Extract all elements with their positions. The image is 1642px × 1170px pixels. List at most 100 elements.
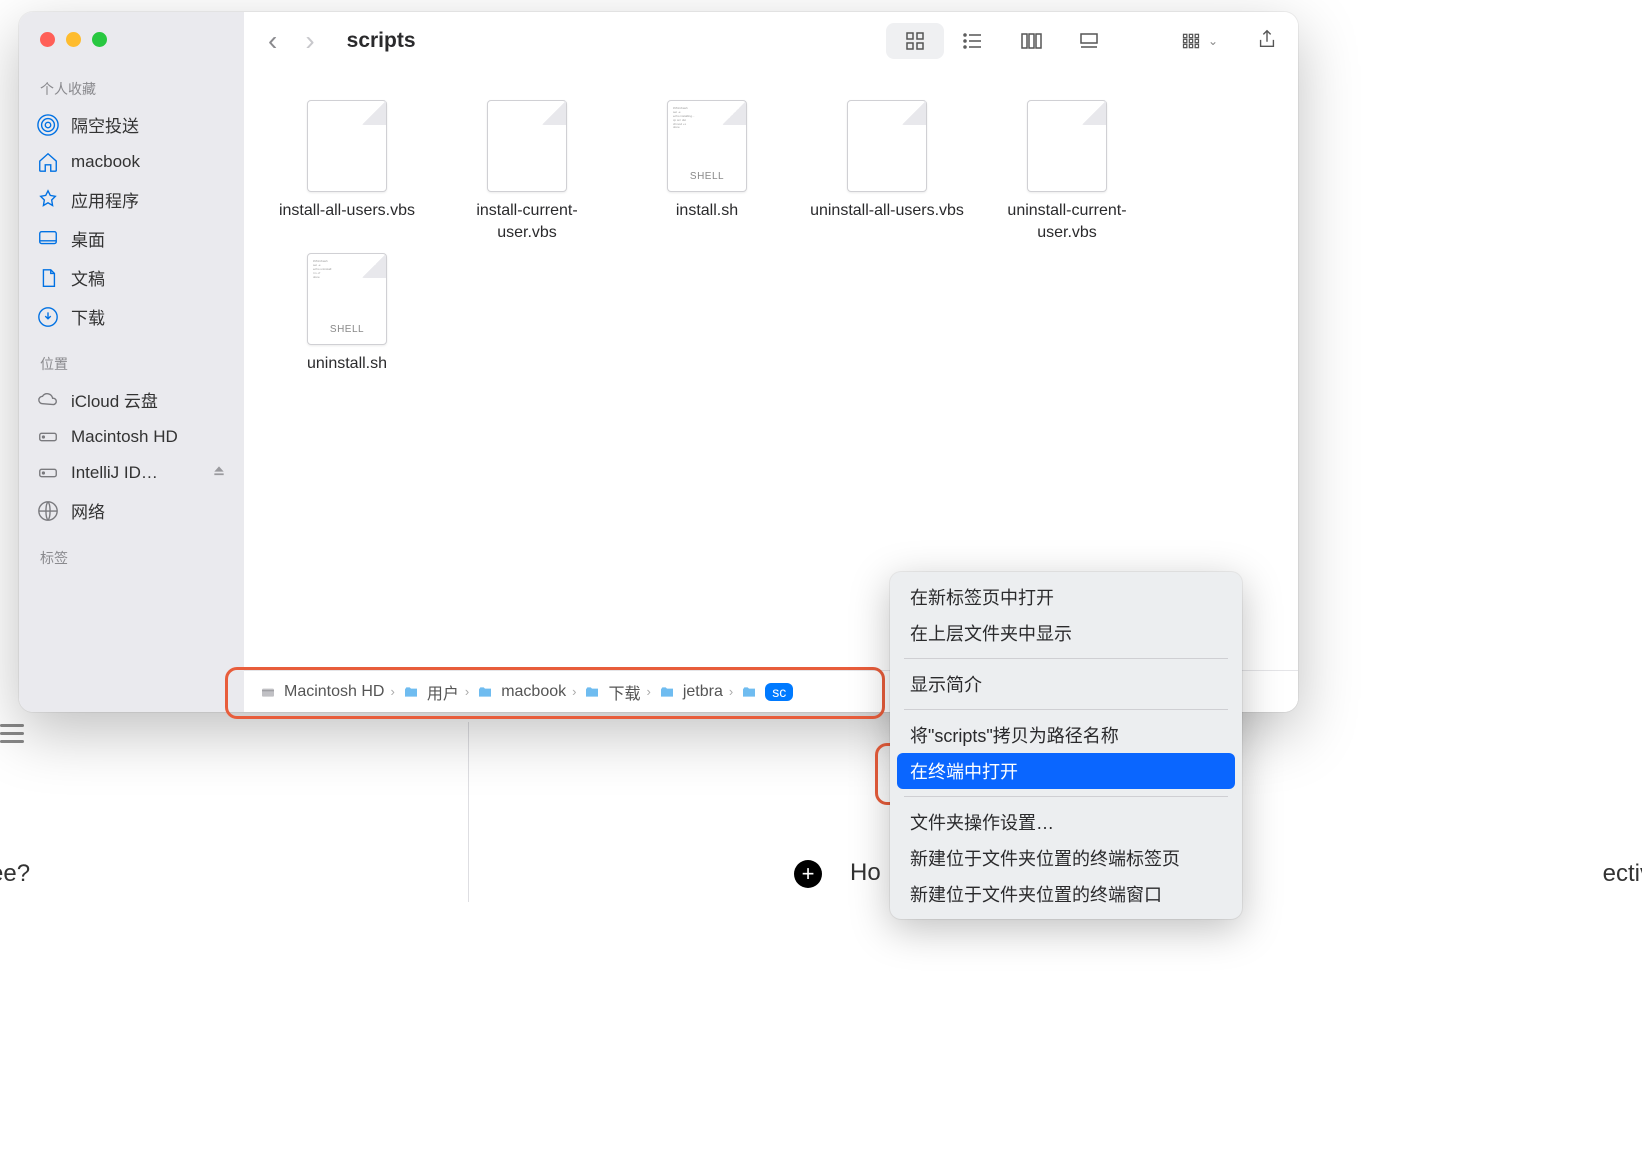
back-button[interactable]: ‹ [264, 21, 281, 61]
plus-icon[interactable]: + [794, 860, 822, 888]
path-item-home[interactable]: macbook [475, 683, 566, 701]
menu-item-new-terminal-window[interactable]: 新建位于文件夹位置的终端窗口 [890, 876, 1242, 912]
sidebar-item-downloads[interactable]: 下载 [19, 297, 244, 336]
path-item-current[interactable]: sc [739, 683, 793, 701]
file-item[interactable]: uninstall-all-users.vbs [802, 100, 972, 243]
sidebar-item-label: 应用程序 [71, 187, 139, 212]
column-view-button[interactable] [1002, 23, 1060, 59]
sidebar-item-label: IntelliJ ID… [71, 463, 158, 483]
chevron-right-icon: › [465, 684, 469, 699]
sidebar-section-locations: 位置 [19, 350, 244, 380]
hamburger-icon[interactable] [0, 720, 24, 746]
forward-button[interactable]: › [301, 21, 318, 61]
sidebar-item-network[interactable]: 网络 [19, 491, 244, 530]
path-item-root[interactable]: Macintosh HD [258, 683, 384, 701]
icon-view-button[interactable] [886, 23, 944, 59]
path-item-users[interactable]: 用户 [401, 680, 459, 704]
desktop-icon [37, 228, 59, 250]
menu-item-folder-actions[interactable]: 文件夹操作设置… [890, 804, 1242, 840]
eject-icon[interactable] [212, 463, 226, 483]
view-switcher [886, 23, 1118, 59]
file-icon [487, 100, 567, 192]
chevron-right-icon: › [729, 684, 733, 699]
file-icon: #!/bin/bashset -eecho installing...cp sr… [667, 100, 747, 192]
sidebar-item-intellij[interactable]: IntelliJ ID… [19, 455, 244, 491]
home-icon [37, 151, 59, 173]
gallery-view-button[interactable] [1060, 23, 1118, 59]
list-view-button[interactable] [944, 23, 1002, 59]
file-name: uninstall-all-users.vbs [810, 200, 964, 222]
sidebar-item-documents[interactable]: 文稿 [19, 258, 244, 297]
path-label: 下载 [608, 680, 640, 704]
path-label: jetbra [683, 683, 723, 701]
menu-separator [904, 658, 1228, 659]
hdd-icon [37, 426, 59, 448]
context-menu: 在新标签页中打开 在上层文件夹中显示 显示简介 将"scripts"拷贝为路径名… [890, 572, 1242, 919]
menu-item-get-info[interactable]: 显示简介 [890, 666, 1242, 702]
group-button[interactable]: ⌄ [1178, 31, 1218, 51]
background-text-right: ectiv [1603, 860, 1642, 888]
sidebar-item-icloud[interactable]: iCloud 云盘 [19, 380, 244, 419]
sidebar-item-label: 下载 [71, 304, 105, 329]
chevron-down-icon: ⌄ [1208, 34, 1218, 48]
airdrop-icon [37, 114, 59, 136]
window-title: scripts [347, 29, 416, 53]
menu-item-show-enclosing[interactable]: 在上层文件夹中显示 [890, 615, 1242, 651]
menu-item-open-terminal[interactable]: 在终端中打开 [897, 753, 1235, 789]
file-name: install-all-users.vbs [279, 200, 415, 222]
chevron-right-icon: › [646, 684, 650, 699]
window-controls [19, 32, 244, 47]
file-item[interactable]: #!/bin/bashset -eecho installing...cp sr… [622, 100, 792, 243]
sidebar-item-applications[interactable]: 应用程序 [19, 180, 244, 219]
file-icon [307, 100, 387, 192]
sidebar-section-tags: 标签 [19, 544, 244, 574]
file-item[interactable]: uninstall-current-user.vbs [982, 100, 1152, 243]
sidebar-item-label: 文稿 [71, 265, 105, 290]
menu-separator [904, 796, 1228, 797]
share-button[interactable] [1256, 26, 1278, 57]
apps-icon [37, 189, 59, 211]
path-label: Macintosh HD [284, 683, 384, 701]
sidebar-item-macintosh-hd[interactable]: Macintosh HD [19, 419, 244, 455]
file-icon: #!/bin/bashset -eecho uninstallrm -rfdon… [307, 253, 387, 345]
background-text-how: Ho [850, 859, 881, 887]
maximize-button[interactable] [92, 32, 107, 47]
sidebar-item-label: 网络 [71, 498, 105, 523]
sidebar-item-home[interactable]: macbook [19, 144, 244, 180]
sidebar-item-label: 桌面 [71, 226, 105, 251]
file-item[interactable]: install-all-users.vbs [262, 100, 432, 243]
path-item-downloads[interactable]: 下载 [582, 680, 640, 704]
file-name: uninstall.sh [307, 353, 387, 375]
path-label: 用户 [427, 680, 459, 704]
file-name: install.sh [676, 200, 738, 222]
globe-icon [37, 500, 59, 522]
menu-item-new-terminal-tab[interactable]: 新建位于文件夹位置的终端标签页 [890, 840, 1242, 876]
toolbar: ‹ › scripts ⌄ [244, 12, 1298, 70]
path-item-jetbra[interactable]: jetbra [657, 683, 723, 701]
sidebar-item-desktop[interactable]: 桌面 [19, 219, 244, 258]
file-item[interactable]: install-current-user.vbs [442, 100, 612, 243]
cloud-icon [37, 389, 59, 411]
download-icon [37, 306, 59, 328]
sidebar-item-label: 隔空投送 [71, 112, 139, 137]
menu-item-open-new-tab[interactable]: 在新标签页中打开 [890, 579, 1242, 615]
chevron-right-icon: › [572, 684, 576, 699]
doc-icon [37, 267, 59, 289]
sidebar-section-favorites: 个人收藏 [19, 75, 244, 105]
hdd-icon [37, 462, 59, 484]
sidebar-item-label: Macintosh HD [71, 427, 178, 447]
sidebar-item-airdrop[interactable]: 隔空投送 [19, 105, 244, 144]
minimize-button[interactable] [66, 32, 81, 47]
path-label: sc [765, 683, 793, 701]
path-label: macbook [501, 683, 566, 701]
chevron-right-icon: › [390, 684, 394, 699]
sidebar: 个人收藏 隔空投送 macbook 应用程序 桌面 文稿 下载 位置 iC [19, 12, 244, 712]
menu-separator [904, 709, 1228, 710]
file-name: install-current-user.vbs [447, 200, 607, 243]
file-item[interactable]: #!/bin/bashset -eecho uninstallrm -rfdon… [262, 253, 432, 375]
close-button[interactable] [40, 32, 55, 47]
sidebar-item-label: macbook [71, 152, 140, 172]
menu-item-copy-path[interactable]: 将"scripts"拷贝为路径名称 [890, 717, 1242, 753]
sidebar-item-label: iCloud 云盘 [71, 387, 158, 412]
file-name: uninstall-current-user.vbs [987, 200, 1147, 243]
